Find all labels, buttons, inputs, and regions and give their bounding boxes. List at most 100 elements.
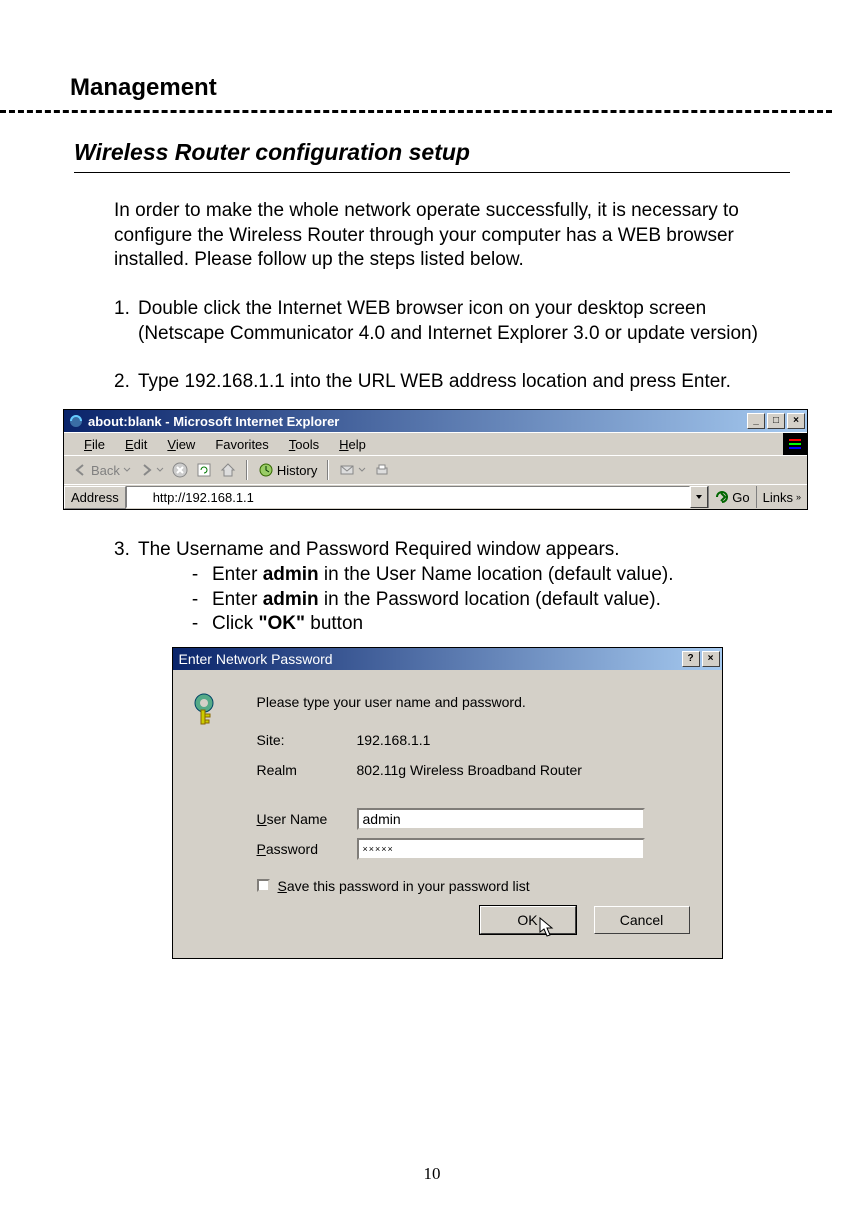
print-button[interactable] bbox=[370, 462, 394, 478]
dialog-prompt: Please type your user name and password. bbox=[257, 694, 702, 710]
refresh-icon bbox=[196, 462, 212, 478]
username-input[interactable] bbox=[357, 808, 645, 830]
cursor-icon bbox=[539, 917, 557, 939]
menu-view[interactable]: View bbox=[157, 437, 205, 452]
step-number: 1. bbox=[114, 297, 138, 346]
menu-help[interactable]: Help bbox=[329, 437, 376, 452]
save-password-label: Save this password in your password list bbox=[278, 878, 530, 894]
history-icon bbox=[258, 462, 274, 478]
home-button[interactable] bbox=[216, 462, 240, 478]
browser-window: about:blank - Microsoft Internet Explore… bbox=[63, 409, 808, 510]
browser-addressbar: Address http://192.168.1.1 Go Links » bbox=[64, 484, 807, 509]
menu-file[interactable]: File bbox=[74, 437, 115, 452]
address-label: Address bbox=[64, 486, 126, 509]
step-text: Double click the Internet WEB browser ic… bbox=[138, 297, 774, 346]
chevron-down-icon bbox=[695, 493, 703, 501]
realm-label: Realm bbox=[257, 762, 357, 778]
close-button[interactable]: × bbox=[702, 651, 720, 667]
back-button: Back bbox=[70, 463, 135, 478]
chevron-down-icon bbox=[358, 466, 366, 474]
password-input[interactable] bbox=[357, 838, 645, 860]
dash: - bbox=[178, 588, 212, 613]
minimize-button[interactable]: _ bbox=[747, 413, 765, 429]
step-number: 2. bbox=[114, 370, 138, 395]
cancel-button[interactable]: Cancel bbox=[594, 906, 690, 934]
stop-icon bbox=[172, 462, 188, 478]
substep-2: - Enter admin in the Password location (… bbox=[178, 588, 774, 613]
chevron-right-icon: » bbox=[796, 492, 801, 502]
chevron-down-icon bbox=[156, 466, 164, 474]
mail-button[interactable] bbox=[335, 462, 370, 478]
password-label: Password bbox=[257, 841, 357, 857]
dialog-save-row: Save this password in your password list bbox=[257, 878, 702, 894]
username-label: User Name bbox=[257, 811, 357, 827]
toolbar-separator bbox=[246, 460, 248, 480]
go-button[interactable]: Go bbox=[708, 486, 755, 508]
address-input[interactable]: http://192.168.1.1 bbox=[126, 486, 691, 508]
dialog-titlebar: Enter Network Password ? × bbox=[173, 648, 722, 670]
ok-button[interactable]: OK bbox=[480, 906, 576, 934]
dash: - bbox=[178, 563, 212, 588]
key-icon bbox=[193, 692, 227, 726]
ie-icon bbox=[68, 413, 84, 429]
dashed-rule bbox=[0, 110, 832, 113]
throbber-icon bbox=[783, 433, 807, 455]
home-icon bbox=[220, 462, 236, 478]
menu-edit[interactable]: Edit bbox=[115, 437, 157, 452]
forward-button bbox=[135, 463, 168, 477]
maximize-button[interactable]: □ bbox=[767, 413, 785, 429]
address-dropdown[interactable] bbox=[690, 486, 708, 508]
substeps: - Enter admin in the User Name location … bbox=[178, 563, 774, 637]
dialog-title: Enter Network Password bbox=[179, 651, 333, 667]
dialog-username-row: User Name bbox=[257, 808, 702, 830]
browser-toolbar: Back History bbox=[64, 455, 807, 484]
heading-setup: Wireless Router configuration setup bbox=[74, 139, 790, 166]
arrow-right-icon bbox=[139, 463, 153, 477]
help-button[interactable]: ? bbox=[682, 651, 700, 667]
browser-menubar: File Edit View Favorites Tools Help bbox=[64, 432, 807, 455]
print-icon bbox=[374, 462, 390, 478]
solid-rule bbox=[74, 172, 790, 173]
refresh-button[interactable] bbox=[192, 462, 216, 478]
links-button[interactable]: Links » bbox=[756, 486, 807, 508]
site-value: 192.168.1.1 bbox=[357, 732, 431, 748]
dash: - bbox=[178, 612, 212, 637]
substep-3: - Click "OK" button bbox=[178, 612, 774, 637]
dialog-buttons: OK Cancel bbox=[193, 906, 690, 934]
close-button[interactable]: × bbox=[787, 413, 805, 429]
substep-text: Enter admin in the Password location (de… bbox=[212, 588, 661, 613]
step-number: 3. bbox=[114, 538, 138, 563]
dialog-body: Please type your user name and password.… bbox=[173, 670, 722, 958]
body-text: In order to make the whole network opera… bbox=[114, 199, 774, 395]
step-text: The Username and Password Required windo… bbox=[138, 538, 620, 563]
dialog-site-row: Site: 192.168.1.1 bbox=[257, 732, 702, 748]
step-text: Type 192.168.1.1 into the URL WEB addres… bbox=[138, 370, 731, 395]
intro-paragraph: In order to make the whole network opera… bbox=[114, 199, 774, 273]
substep-1: - Enter admin in the User Name location … bbox=[178, 563, 774, 588]
mail-icon bbox=[339, 462, 355, 478]
page-number: 10 bbox=[0, 1164, 864, 1184]
realm-value: 802.11g Wireless Broadband Router bbox=[357, 762, 582, 778]
stop-button[interactable] bbox=[168, 462, 192, 478]
password-dialog: Enter Network Password ? × Please type y… bbox=[172, 647, 723, 959]
chevron-down-icon bbox=[123, 466, 131, 474]
step-1: 1. Double click the Internet WEB browser… bbox=[114, 297, 774, 346]
browser-title: about:blank - Microsoft Internet Explore… bbox=[88, 414, 339, 429]
address-url: http://192.168.1.1 bbox=[153, 490, 254, 505]
dialog-password-row: Password bbox=[257, 838, 702, 860]
body-text-2: 3. The Username and Password Required wi… bbox=[114, 538, 774, 637]
step-3: 3. The Username and Password Required wi… bbox=[114, 538, 774, 563]
history-button[interactable]: History bbox=[254, 462, 321, 478]
step-2: 2. Type 192.168.1.1 into the URL WEB add… bbox=[114, 370, 774, 395]
toolbar-separator bbox=[327, 460, 329, 480]
dialog-realm-row: Realm 802.11g Wireless Broadband Router bbox=[257, 762, 702, 778]
document-page: Management Wireless Router configuration… bbox=[0, 0, 864, 1228]
menu-tools[interactable]: Tools bbox=[279, 437, 329, 452]
save-password-checkbox[interactable] bbox=[257, 879, 270, 892]
browser-titlebar: about:blank - Microsoft Internet Explore… bbox=[64, 410, 807, 432]
go-icon bbox=[715, 490, 729, 504]
arrow-left-icon bbox=[74, 463, 88, 477]
menu-favorites[interactable]: Favorites bbox=[205, 437, 278, 452]
substep-text: Enter admin in the User Name location (d… bbox=[212, 563, 674, 588]
site-label: Site: bbox=[257, 732, 357, 748]
